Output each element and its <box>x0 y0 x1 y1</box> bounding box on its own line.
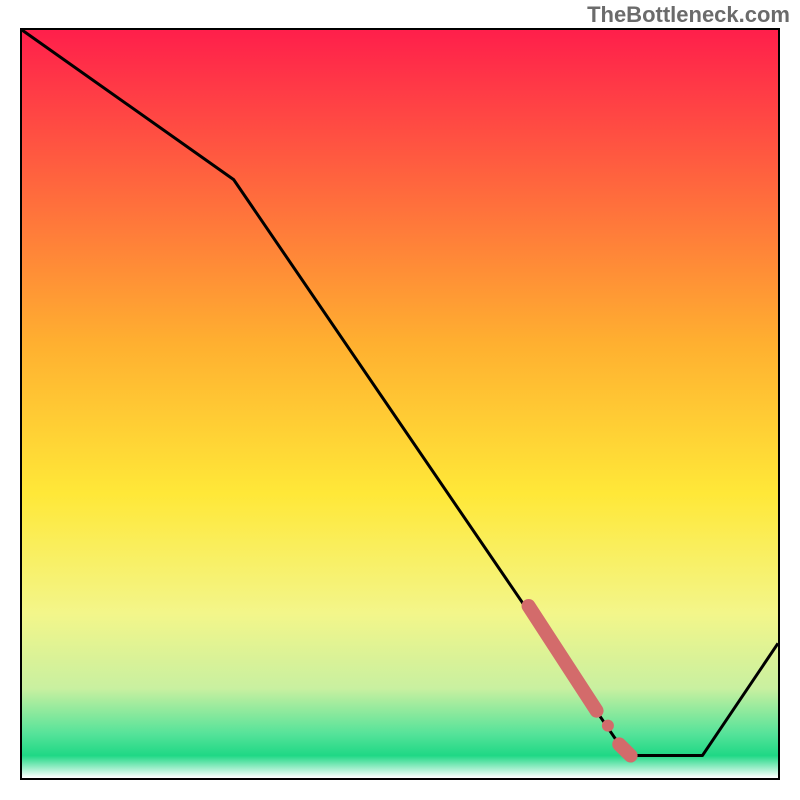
watermark-label: TheBottleneck.com <box>587 2 790 28</box>
gradient-background <box>22 30 778 778</box>
highlight-dots-low <box>619 744 630 755</box>
chart-svg <box>22 30 778 778</box>
highlight-dot-1 <box>602 720 614 732</box>
chart-frame: TheBottleneck.com <box>0 0 800 800</box>
plot-area <box>20 28 780 780</box>
